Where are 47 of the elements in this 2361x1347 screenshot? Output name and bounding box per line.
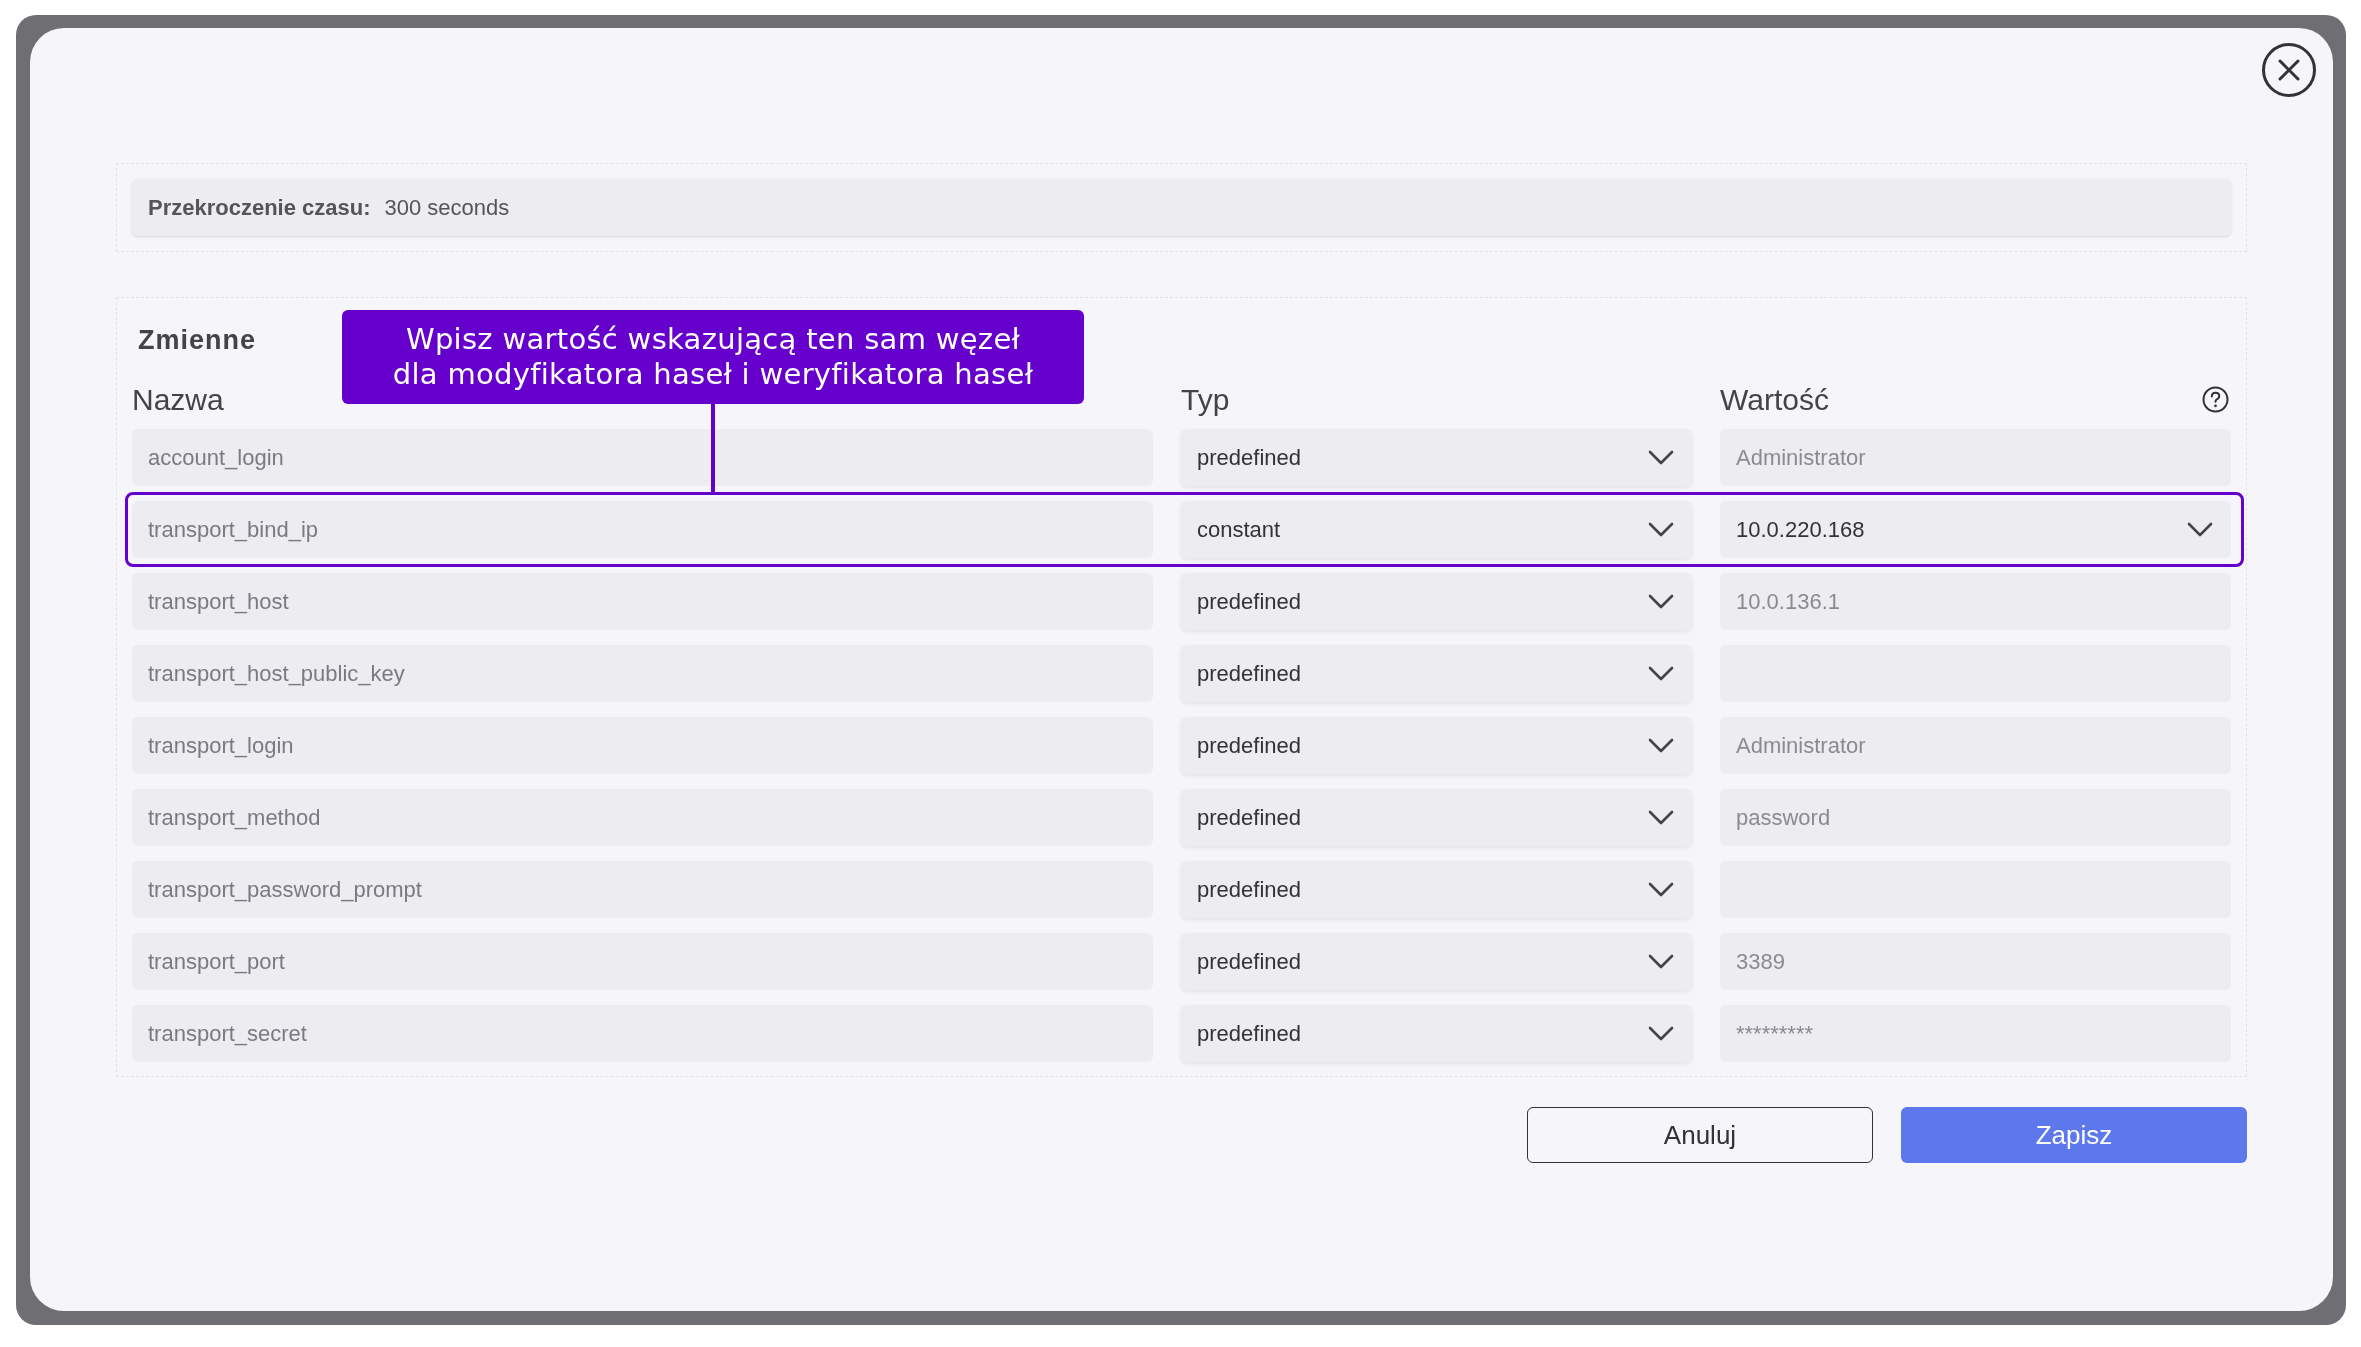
type-select[interactable]: predefined	[1181, 861, 1692, 918]
name-field[interactable]: account_login	[132, 429, 1153, 486]
chevron-down-icon	[2187, 521, 2213, 538]
name-field[interactable]: transport_host_public_key	[132, 645, 1153, 702]
name-field[interactable]: transport_host	[132, 573, 1153, 630]
chevron-down-icon	[1648, 449, 1674, 466]
type-select[interactable]: predefined	[1181, 933, 1692, 990]
chevron-down-icon	[1648, 881, 1674, 898]
chevron-down-icon	[1648, 953, 1674, 970]
value-field[interactable]: 10.0.136.1	[1720, 573, 2231, 630]
name-field[interactable]: transport_login	[132, 717, 1153, 774]
close-icon	[2261, 42, 2317, 98]
save-button[interactable]: Zapisz	[1901, 1107, 2247, 1163]
value-field[interactable]: Administrator	[1720, 717, 2231, 774]
section-title: Zmienne	[137, 324, 257, 357]
callout: Wpisz wartość wskazującą ten sam węzeł dla modyfikatora haseł i weryfikatora haseł	[342, 310, 1084, 404]
value-field[interactable]: Administrator	[1720, 429, 2231, 486]
chevron-down-icon	[1648, 737, 1674, 754]
column-header: Wartość	[1720, 382, 1829, 418]
timeout-value: 300 seconds	[384, 194, 510, 222]
name-field[interactable]: transport_bind_ip	[132, 501, 1153, 558]
type-select[interactable]: predefined	[1181, 789, 1692, 846]
name-field[interactable]: transport_password_prompt	[132, 861, 1153, 918]
value-field[interactable]: password	[1720, 789, 2231, 846]
chevron-down-icon	[1648, 665, 1674, 682]
close-button[interactable]	[2261, 42, 2317, 98]
cancel-button[interactable]: Anuluj	[1527, 1107, 1873, 1163]
type-select[interactable]: predefined	[1181, 429, 1692, 486]
column-header: Typ	[1181, 382, 1230, 418]
value-select[interactable]: 10.0.220.168	[1720, 501, 2231, 558]
name-field[interactable]: transport_port	[132, 933, 1153, 990]
chevron-down-icon	[1648, 809, 1674, 826]
name-field[interactable]: transport_method	[132, 789, 1153, 846]
chevron-down-icon	[1648, 521, 1674, 538]
type-select[interactable]: predefined	[1181, 573, 1692, 630]
column-header: Nazwa	[132, 382, 224, 418]
type-select[interactable]: predefined	[1181, 645, 1692, 702]
chevron-down-icon	[1648, 593, 1674, 610]
help-icon[interactable]	[2202, 386, 2229, 413]
value-field[interactable]: 3389	[1720, 933, 2231, 990]
value-field[interactable]: *********	[1720, 1005, 2231, 1062]
type-select[interactable]: predefined	[1181, 717, 1692, 774]
type-select[interactable]: predefined	[1181, 1005, 1692, 1062]
name-field[interactable]: transport_secret	[132, 1005, 1153, 1062]
timeout-label: Przekroczenie czasu:	[148, 194, 371, 222]
type-select[interactable]: constant	[1181, 501, 1692, 558]
chevron-down-icon	[1648, 1025, 1674, 1042]
